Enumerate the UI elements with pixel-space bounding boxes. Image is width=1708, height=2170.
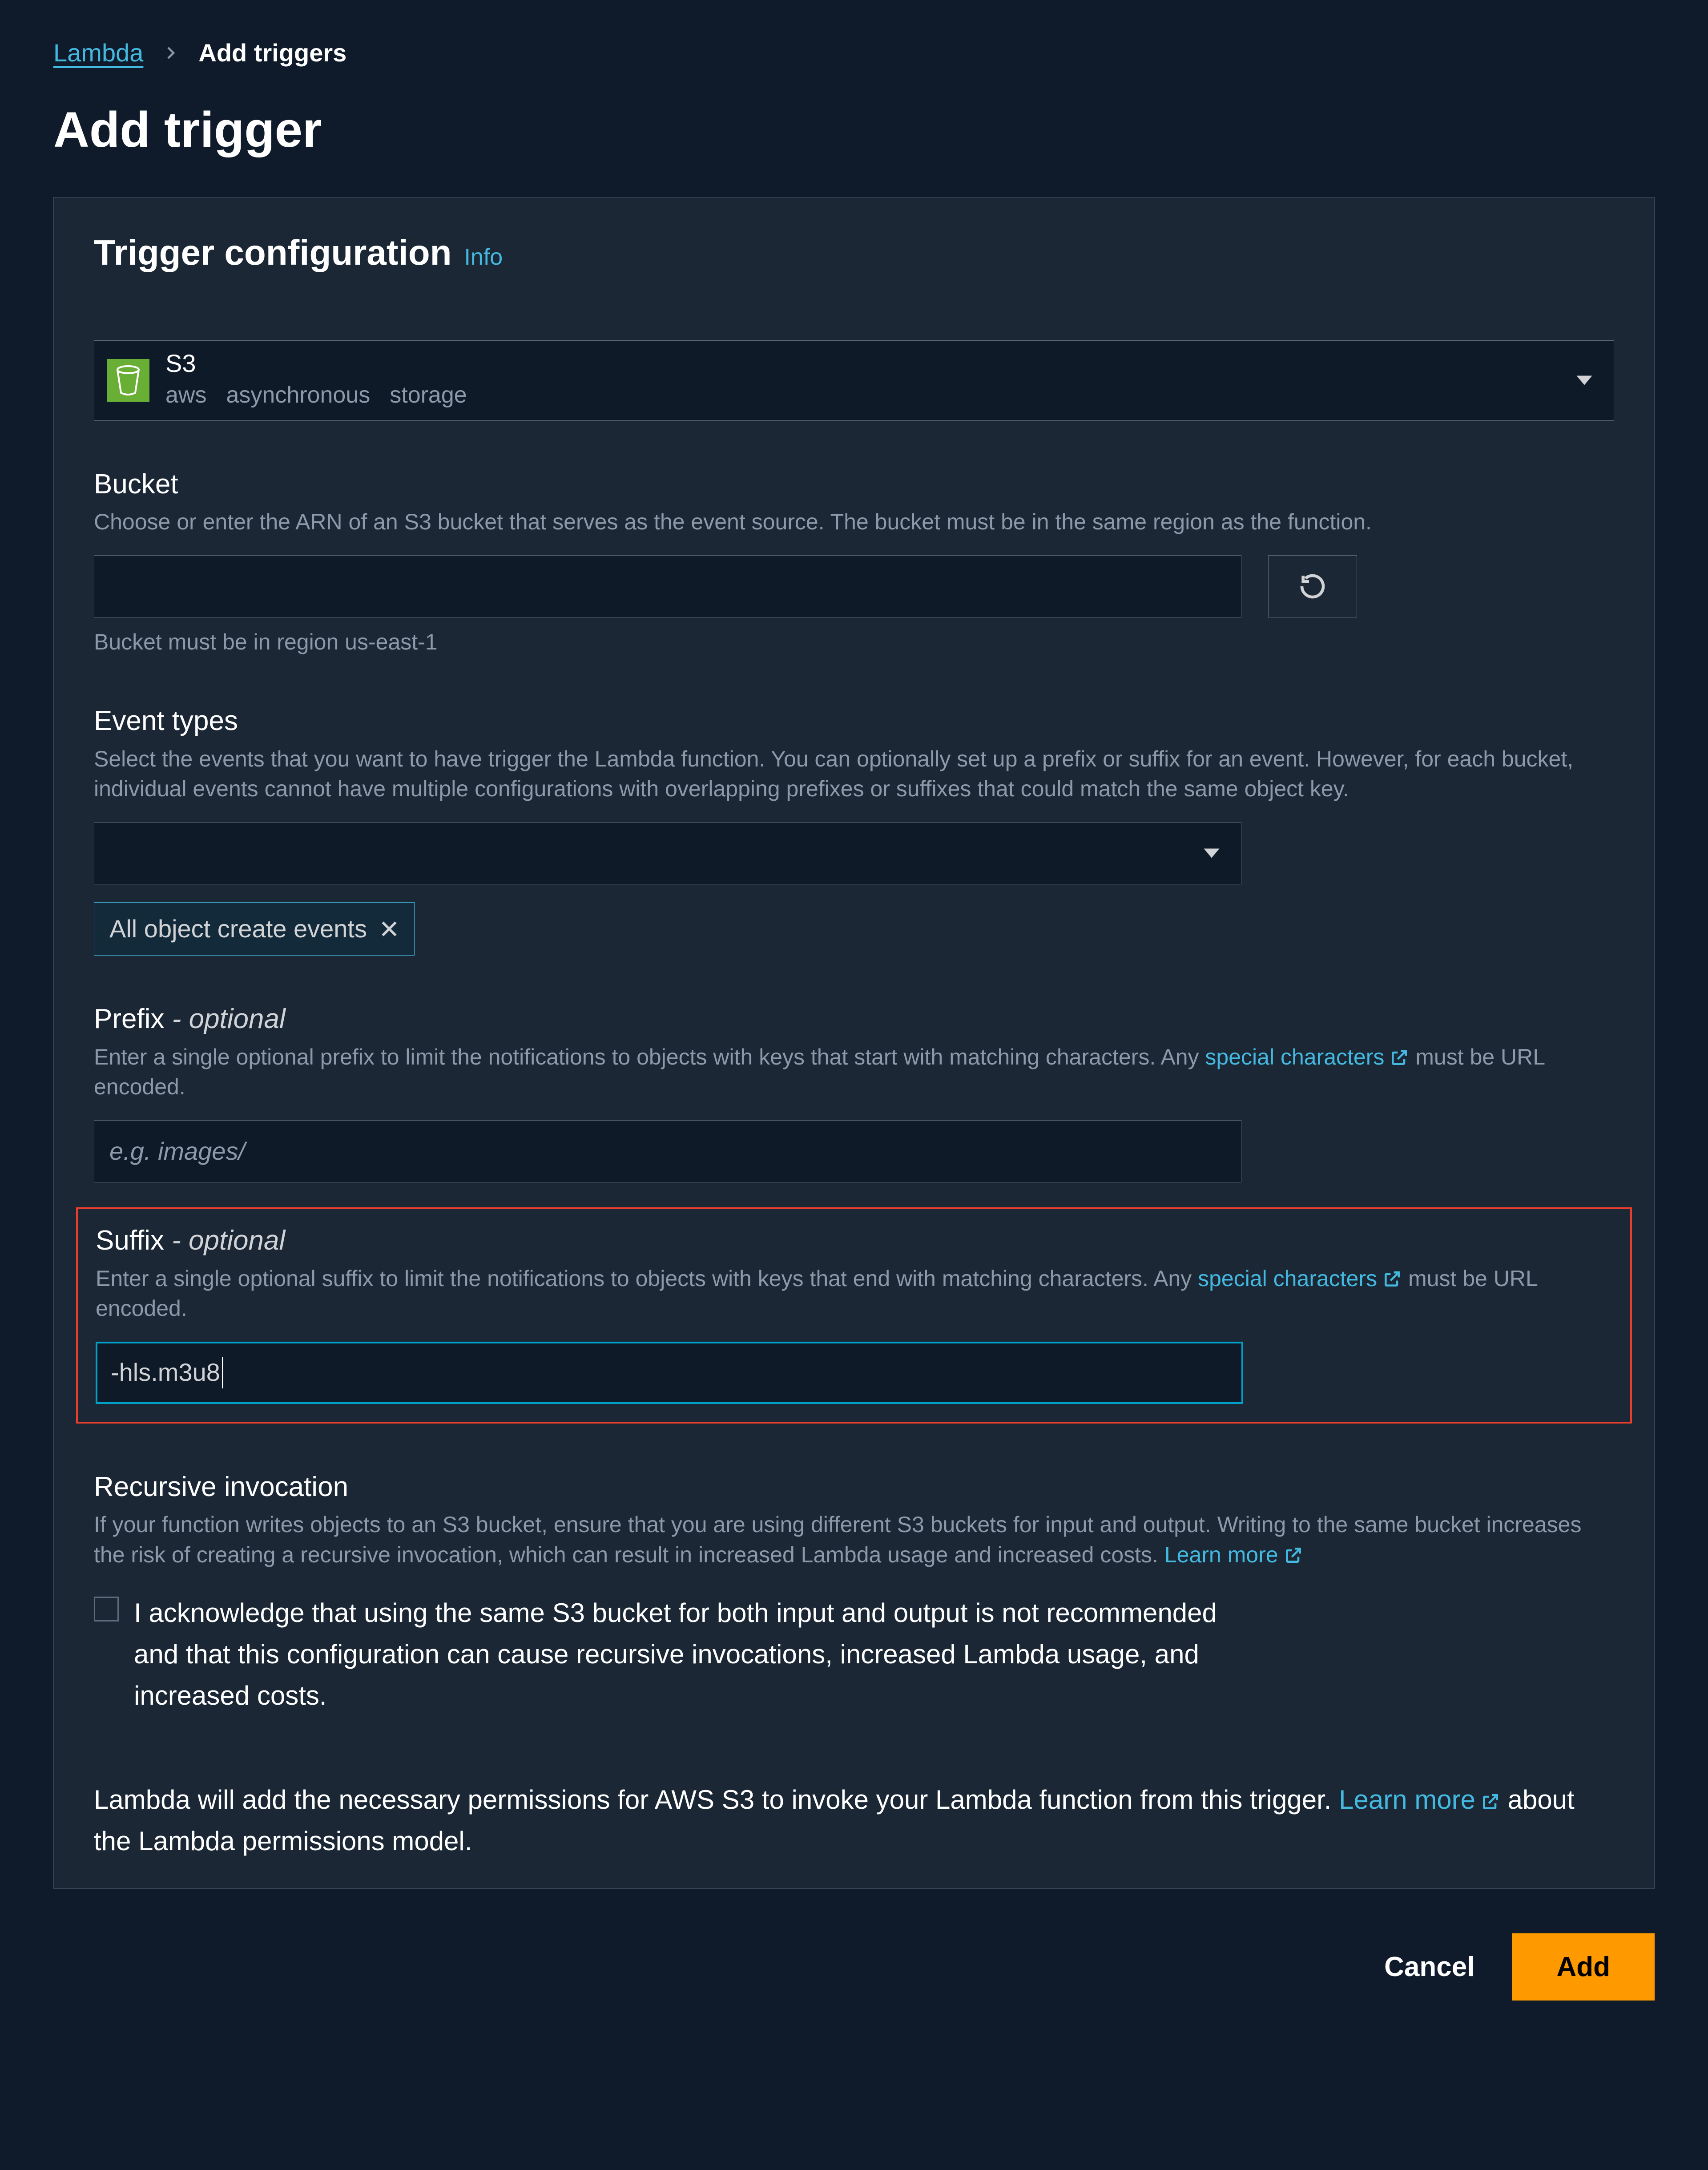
prefix-desc: Enter a single optional prefix to limit … <box>94 1042 1614 1102</box>
trigger-config-panel: Trigger configuration Info S3 aws asynch… <box>53 197 1655 1889</box>
external-link-icon <box>1284 1545 1303 1565</box>
event-types-label: Event types <box>94 702 1614 741</box>
suffix-label: Suffix - optional <box>96 1222 1612 1260</box>
permissions-note: Lambda will add the necessary permission… <box>94 1779 1614 1862</box>
breadcrumb-current: Add triggers <box>198 36 346 70</box>
trigger-source-select[interactable]: S3 aws asynchronous storage <box>94 340 1614 420</box>
add-button[interactable]: Add <box>1512 1933 1655 2001</box>
bucket-label: Bucket <box>94 465 1614 504</box>
info-link[interactable]: Info <box>464 241 503 274</box>
event-types-field: Event types Select the events that you w… <box>94 702 1614 956</box>
footer-actions: Cancel Add <box>53 1933 1655 2001</box>
external-link-icon <box>1481 1792 1500 1811</box>
special-chars-link[interactable]: special characters <box>1198 1266 1402 1291</box>
suffix-field: Suffix - optional Enter a single optiona… <box>96 1222 1612 1404</box>
chip-label: All object create events <box>109 912 367 946</box>
bucket-field: Bucket Choose or enter the ARN of an S3 … <box>94 465 1614 657</box>
acknowledge-label: I acknowledge that using the same S3 buc… <box>134 1592 1255 1716</box>
breadcrumb-root-link[interactable]: Lambda <box>53 36 143 70</box>
external-link-icon <box>1390 1048 1409 1067</box>
learn-more-link[interactable]: Learn more <box>1339 1785 1500 1815</box>
recursive-label: Recursive invocation <box>94 1468 1614 1507</box>
s3-bucket-icon <box>107 359 149 402</box>
prefix-field: Prefix - optional Enter a single optiona… <box>94 1000 1614 1182</box>
recursive-field: Recursive invocation If your function wr… <box>94 1468 1614 1717</box>
chip-remove-button[interactable] <box>379 919 399 939</box>
suffix-desc: Enter a single optional suffix to limit … <box>96 1264 1612 1324</box>
caret-down-icon <box>1575 374 1594 387</box>
prefix-label: Prefix - optional <box>94 1000 1614 1039</box>
source-tag: asynchronous <box>226 379 370 411</box>
page-title: Add trigger <box>53 95 1655 165</box>
learn-more-link[interactable]: Learn more <box>1164 1542 1303 1567</box>
source-tag: storage <box>390 379 467 411</box>
cancel-button[interactable]: Cancel <box>1375 1939 1483 1995</box>
event-type-chip: All object create events <box>94 902 415 956</box>
caret-down-icon <box>1202 847 1221 859</box>
chevron-right-icon <box>163 45 179 61</box>
prefix-input[interactable] <box>94 1120 1241 1182</box>
breadcrumb: Lambda Add triggers <box>53 36 1655 70</box>
external-link-icon <box>1382 1269 1402 1289</box>
source-name: S3 <box>165 350 467 377</box>
suffix-highlight: Suffix - optional Enter a single optiona… <box>76 1207 1632 1424</box>
recursive-desc: If your function writes objects to an S3… <box>94 1510 1614 1570</box>
bucket-desc: Choose or enter the ARN of an S3 bucket … <box>94 507 1614 537</box>
section-title: Trigger configuration <box>94 228 451 278</box>
acknowledge-checkbox[interactable] <box>94 1597 119 1621</box>
bucket-hint: Bucket must be in region us-east-1 <box>94 626 1614 657</box>
bucket-search-input[interactable] <box>94 555 1241 617</box>
suffix-input[interactable]: -hls.m3u8 <box>96 1342 1243 1404</box>
refresh-button[interactable] <box>1268 555 1357 617</box>
event-types-select[interactable] <box>94 822 1241 884</box>
special-chars-link[interactable]: special characters <box>1205 1045 1409 1069</box>
event-types-desc: Select the events that you want to have … <box>94 744 1614 804</box>
source-tag: aws <box>165 379 206 411</box>
